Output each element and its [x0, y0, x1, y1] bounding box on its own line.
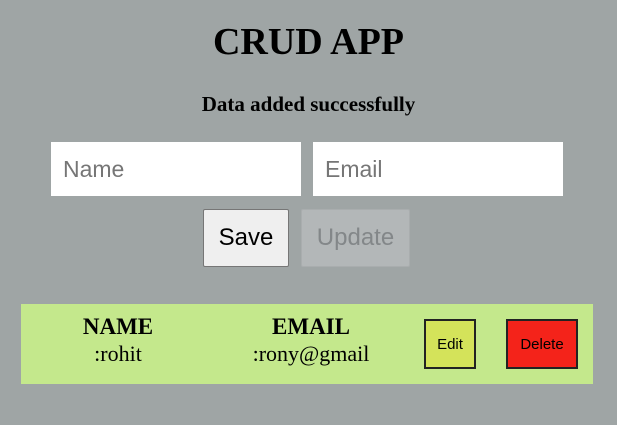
- name-header: NAME: [82, 314, 154, 339]
- record-row: NAME :rohit EMAIL :rony@gmail Edit Delet…: [21, 304, 593, 384]
- edit-button[interactable]: Edit: [424, 319, 476, 369]
- update-button[interactable]: Update: [301, 209, 410, 267]
- name-column: NAME :rohit: [61, 314, 175, 368]
- name-value: :rohit: [94, 341, 142, 366]
- delete-button[interactable]: Delete: [506, 319, 578, 369]
- email-value: :rony@gmail: [252, 341, 370, 366]
- app-title: CRUD APP: [212, 21, 405, 63]
- name-field[interactable]: [51, 142, 301, 196]
- save-button[interactable]: Save: [203, 209, 289, 267]
- email-column: EMAIL :rony@gmail: [236, 314, 386, 368]
- status-message: Data added successfully: [201, 92, 416, 116]
- email-header: EMAIL: [272, 314, 350, 339]
- email-field[interactable]: [313, 142, 563, 196]
